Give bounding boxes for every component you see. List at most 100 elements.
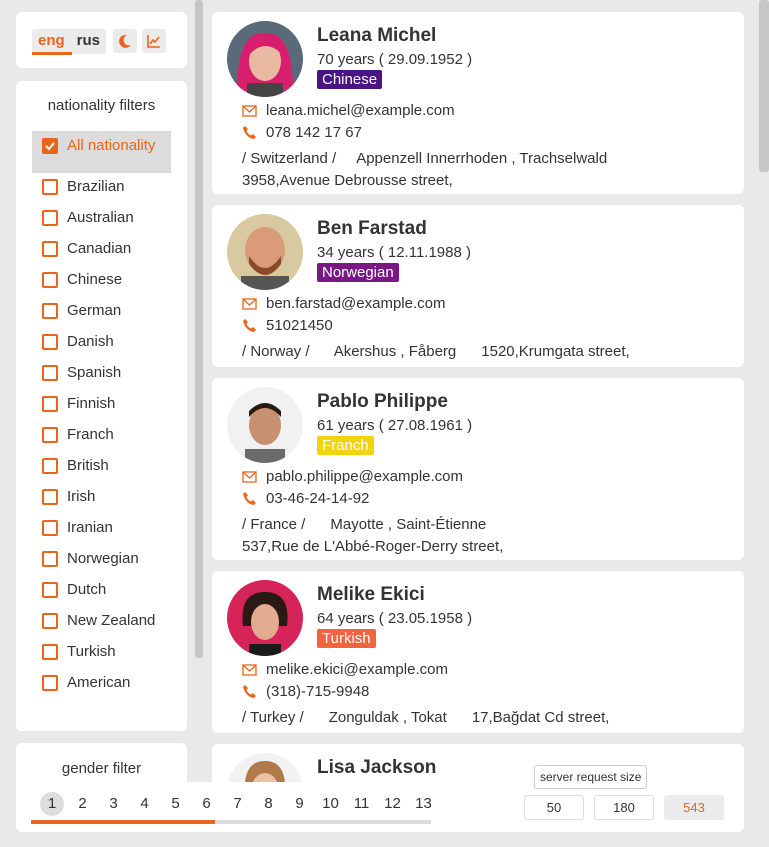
page-number[interactable]: 7 [222, 792, 253, 816]
language-switch[interactable]: eng rus [32, 29, 107, 54]
filter-label: Iranian [67, 519, 113, 536]
gender-filter-title: gender filter [61, 760, 142, 777]
size-543-button[interactable]: 543 [664, 795, 724, 820]
filter-item[interactable]: Australian [16, 209, 187, 240]
filter-item[interactable]: Chinese [16, 271, 187, 302]
address-line: / Norway / Akershus , Fåberg 1520,Krumga… [242, 343, 630, 360]
checkbox[interactable] [42, 272, 58, 288]
filter-item[interactable]: Norwegian [16, 550, 187, 581]
filter-item[interactable]: Spanish [16, 364, 187, 395]
checkbox[interactable] [42, 582, 58, 598]
user-email[interactable]: melike.ekici@example.com [242, 661, 448, 678]
filter-item[interactable]: Canadian [16, 240, 187, 271]
page-number[interactable]: 2 [67, 792, 98, 816]
filter-item[interactable]: Franch [16, 426, 187, 457]
left-scrollbar[interactable] [195, 0, 203, 658]
user-phone[interactable]: 078 142 17 67 [242, 124, 362, 141]
user-name: Lisa Jackson [317, 757, 437, 778]
filter-label: Turkish [67, 643, 116, 660]
phone-text: 078 142 17 67 [266, 124, 362, 141]
user-phone[interactable]: (318)-715-9948 [242, 683, 369, 700]
checkbox[interactable] [42, 210, 58, 226]
checkbox[interactable] [42, 520, 58, 536]
stats-button[interactable] [142, 29, 166, 53]
user-address: / Switzerland / Appenzell Innerrhoden , … [242, 148, 662, 192]
filter-item[interactable]: New Zealand [16, 612, 187, 643]
filter-item[interactable]: Turkish [16, 643, 187, 674]
email-text: leana.michel@example.com [266, 102, 455, 119]
phone-icon [243, 126, 256, 139]
user-card[interactable]: Leana Michel 70 years ( 29.09.1952 ) Chine… [212, 12, 744, 194]
user-email[interactable]: leana.michel@example.com [242, 102, 455, 119]
filter-item[interactable]: German [16, 302, 187, 333]
user-phone[interactable]: 51021450 [242, 317, 333, 334]
user-list: Leana Michel 70 years ( 29.09.1952 ) Chine… [212, 12, 744, 829]
checkbox[interactable] [42, 427, 58, 443]
checkbox[interactable] [42, 396, 58, 412]
page-number[interactable]: 3 [98, 792, 129, 816]
user-email[interactable]: pablo.philippe@example.com [242, 468, 463, 485]
user-name: Melike Ekici [317, 584, 425, 605]
filter-item[interactable]: Brazilian [16, 178, 187, 209]
settings-box: eng rus [16, 12, 187, 68]
checkbox[interactable] [42, 551, 58, 567]
filter-item[interactable]: Danish [16, 333, 187, 364]
size-50-button[interactable]: 50 [524, 795, 584, 820]
checkbox[interactable] [42, 489, 58, 505]
checkbox[interactable] [42, 179, 58, 195]
page-number[interactable]: 13 [408, 792, 439, 816]
filter-item[interactable]: Dutch [16, 581, 187, 612]
user-card[interactable]: Pablo Philippe 61 years ( 27.08.1961 ) Fra… [212, 378, 744, 560]
user-email[interactable]: ben.farstad@example.com [242, 295, 445, 312]
filter-item[interactable]: Irish [16, 488, 187, 519]
size-180-button[interactable]: 180 [594, 795, 654, 820]
page-number[interactable]: 12 [377, 792, 408, 816]
mail-icon [242, 663, 258, 676]
filter-label: Brazilian [67, 178, 125, 195]
dark-mode-button[interactable] [113, 29, 137, 53]
filter-label: All nationality [67, 137, 156, 154]
filter-item[interactable]: All nationality [32, 131, 171, 173]
checkbox-checked[interactable] [42, 138, 58, 154]
filter-label: British [67, 457, 109, 474]
phone-icon [243, 319, 256, 332]
page-number[interactable]: 6 [191, 792, 222, 816]
page-number[interactable]: 11 [346, 792, 377, 816]
email-text: melike.ekici@example.com [266, 661, 448, 678]
pagination-bar: 1 2 3 4 5 6 7 8 9 10 11 12 13 50 180 543 [16, 782, 744, 832]
mail-icon [242, 297, 257, 310]
filter-item[interactable]: Finnish [16, 395, 187, 426]
checkbox[interactable] [42, 644, 58, 660]
checkbox[interactable] [42, 334, 58, 350]
server-request-tooltip: server request size [534, 765, 648, 789]
checkbox[interactable] [42, 241, 58, 257]
checkbox[interactable] [42, 365, 58, 381]
nationality-badge: Franch [317, 436, 374, 455]
phone-icon [243, 685, 256, 698]
page-number[interactable]: 4 [129, 792, 160, 816]
page-number[interactable]: 1 [40, 792, 64, 816]
main-scrollbar[interactable] [759, 0, 769, 172]
user-card[interactable]: Ben Farstad 34 years ( 12.11.1988 ) Norweg… [212, 205, 744, 367]
page-number[interactable]: 9 [284, 792, 315, 816]
user-address: / Norway / Akershus , Fåberg 1520,Krumga… [242, 341, 662, 363]
user-age: 34 years ( 12.11.1988 ) [317, 244, 471, 261]
page-number[interactable]: 10 [315, 792, 346, 816]
user-phone[interactable]: 03-46-24-14-92 [242, 490, 369, 507]
checkbox[interactable] [42, 613, 58, 629]
user-age: 64 years ( 23.05.1958 ) [317, 610, 473, 627]
checkbox[interactable] [42, 675, 58, 691]
filter-item[interactable]: Iranian [16, 519, 187, 550]
filter-label: Dutch [67, 581, 107, 598]
filter-item[interactable]: British [16, 457, 187, 488]
page-number[interactable]: 5 [160, 792, 191, 816]
user-card[interactable]: Melike Ekici 64 years ( 23.05.1958 ) Turki… [212, 571, 744, 733]
lang-rus[interactable]: rus [71, 29, 106, 54]
page-number[interactable]: 8 [253, 792, 284, 816]
address-line: 3958,Avenue Debrousse street, [242, 172, 453, 189]
checkbox[interactable] [42, 458, 58, 474]
filters-title: nationality filters [47, 97, 156, 114]
filter-item[interactable]: American [16, 674, 187, 705]
lang-eng[interactable]: eng [32, 29, 71, 54]
checkbox[interactable] [42, 303, 58, 319]
